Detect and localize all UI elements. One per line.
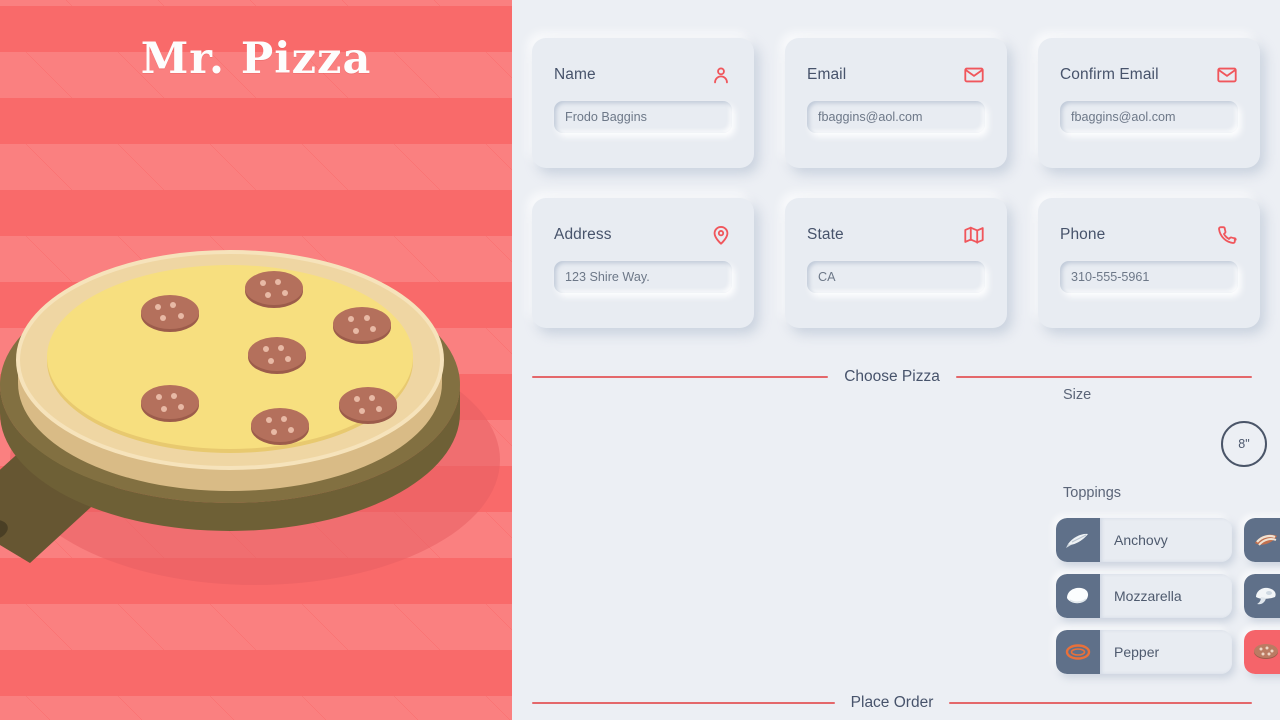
size-selector: 8" 12" 16"	[1152, 404, 1280, 486]
field-header: Phone	[1060, 224, 1238, 246]
topping-label: Pepper	[1100, 630, 1232, 674]
envelope-icon	[1216, 64, 1238, 86]
field-label-address: Address	[554, 226, 612, 243]
topping-label: Mozzarella	[1100, 574, 1232, 618]
divider-right	[949, 702, 1253, 704]
pizza-illustration	[0, 185, 512, 585]
topping-pepperoni[interactable]: Pepperoni	[1244, 630, 1280, 674]
hero-panel: Mr. Pizza	[0, 0, 512, 720]
map-icon	[963, 224, 985, 246]
name-input[interactable]	[554, 101, 732, 133]
field-label-confirm-email: Confirm Email	[1060, 66, 1159, 83]
section-title-choose-pizza: Choose Pizza	[844, 368, 940, 385]
contact-fields-row-1: Name Email	[532, 38, 1268, 168]
size-option-8[interactable]: 8"	[1221, 421, 1267, 467]
topping-pepper[interactable]: Pepper	[1056, 630, 1232, 674]
field-label-email: Email	[807, 66, 847, 83]
field-card-address: Address	[532, 198, 754, 328]
pepperoni-icon	[1244, 630, 1280, 674]
map-pin-icon	[710, 224, 732, 246]
section-header-place-order[interactable]: Place Order	[532, 694, 1253, 712]
section-header-choose-pizza: Choose Pizza	[532, 368, 1253, 386]
divider-right	[955, 376, 1253, 378]
field-header: Email	[807, 64, 985, 86]
email-input[interactable]	[807, 101, 985, 133]
section-title-place-order[interactable]: Place Order	[851, 694, 934, 712]
field-card-confirm-email: Confirm Email	[1038, 38, 1260, 168]
topping-anchovy[interactable]: Anchovy	[1056, 518, 1232, 562]
field-card-phone: Phone	[1038, 198, 1260, 328]
divider-left	[532, 702, 835, 704]
field-label-state: State	[807, 226, 844, 243]
pepper-icon	[1056, 630, 1100, 674]
brand-logo: Mr. Pizza	[140, 34, 372, 84]
contact-fields-row-2: Address State	[532, 198, 1268, 328]
confirm-email-input[interactable]	[1060, 101, 1238, 133]
pizza-order-app: Mr. Pizza Name Frodo Baggins Email fbagg…	[0, 0, 1280, 720]
mozzarella-icon	[1056, 574, 1100, 618]
topping-mushroom[interactable]: Mushroom	[1244, 574, 1280, 618]
field-header: Confirm Email	[1060, 64, 1238, 86]
person-icon	[710, 64, 732, 86]
field-card-state: State	[785, 198, 1007, 328]
anchovy-icon	[1056, 518, 1100, 562]
state-input[interactable]	[807, 261, 985, 293]
field-label-name: Name	[554, 66, 596, 83]
field-header: Name	[554, 64, 732, 86]
envelope-icon	[963, 64, 985, 86]
toppings-grid: Anchovy Bacon	[1056, 518, 1280, 674]
topping-label: Anchovy	[1100, 518, 1232, 562]
toppings-label: Toppings	[1063, 485, 1122, 501]
phone-icon	[1216, 224, 1238, 246]
bacon-icon	[1244, 518, 1280, 562]
field-header: Address	[554, 224, 732, 246]
order-form-panel: Name Email	[512, 0, 1280, 720]
field-label-phone: Phone	[1060, 226, 1106, 243]
phone-input[interactable]	[1060, 261, 1238, 293]
field-card-email: Email	[785, 38, 1007, 168]
divider-left	[532, 376, 829, 378]
field-card-name: Name	[532, 38, 754, 168]
address-input[interactable]	[554, 261, 732, 293]
mushroom-icon	[1244, 574, 1280, 618]
topping-bacon[interactable]: Bacon	[1244, 518, 1280, 562]
field-header: State	[807, 224, 985, 246]
topping-mozzarella[interactable]: Mozzarella	[1056, 574, 1232, 618]
size-label: Size	[1063, 387, 1092, 403]
